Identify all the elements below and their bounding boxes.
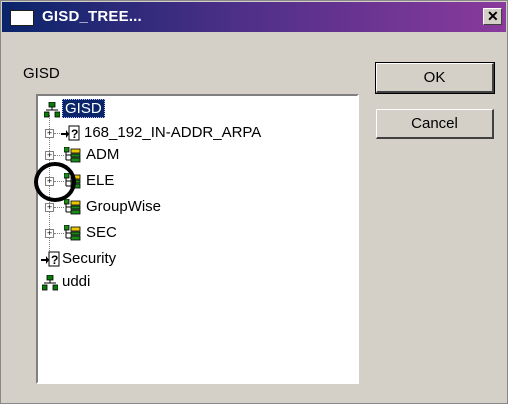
org-unit-icon [64, 225, 81, 241]
tree-node-label: GroupWise [86, 198, 162, 215]
tree-node-label: uddi [62, 273, 91, 290]
tree-node[interactable]: ADM [86, 145, 119, 165]
tree-node-label: SEC [86, 224, 117, 241]
window-title: GISD_TREE... [42, 8, 142, 25]
close-icon: ✕ [487, 8, 499, 24]
tree-node[interactable]: Security [62, 249, 116, 269]
context-label: GISD [23, 65, 60, 82]
expand-icon[interactable]: + [45, 129, 54, 138]
cancel-button[interactable]: Cancel [376, 109, 494, 139]
tree-node-label: ADM [86, 146, 120, 163]
tree-node[interactable]: ELE [86, 171, 114, 191]
tree-connector [54, 155, 64, 156]
tree-node[interactable]: SEC [86, 223, 117, 243]
org-unit-icon [64, 199, 81, 215]
close-button[interactable]: ✕ [483, 8, 502, 25]
tree-node-label: Security [62, 250, 117, 267]
tree-node[interactable]: 168_192_IN-ADDR_ARPA [84, 123, 261, 143]
tree-node[interactable]: uddi [62, 272, 90, 292]
expand-icon[interactable]: + [45, 203, 54, 212]
tree-view[interactable]: GISD + ? 168_192_IN-ADDR_ARPA + ADM + EL… [36, 94, 359, 384]
tree-node[interactable]: GroupWise [86, 197, 161, 217]
ok-button[interactable]: OK [375, 62, 495, 94]
window-icon [10, 10, 34, 26]
tree-icon [44, 102, 60, 118]
tree-node-label: GISD [62, 99, 105, 118]
svg-text:?: ? [51, 253, 58, 267]
dialog-window: GISD_TREE... ✕ GISD OK Cancel GISD + ? 1… [0, 0, 508, 404]
tree-connector [54, 233, 64, 234]
title-bar: GISD_TREE... ✕ [2, 2, 506, 32]
unknown-link-icon: ? [61, 125, 80, 141]
org-unit-icon [64, 147, 81, 163]
unknown-link-icon: ? [41, 251, 60, 267]
tree-connector [54, 207, 64, 208]
tree-icon [42, 275, 58, 291]
tree-node-label: ELE [86, 172, 115, 189]
tree-node-root[interactable]: GISD [62, 99, 105, 119]
svg-text:?: ? [71, 127, 78, 141]
highlight-circle [34, 162, 76, 202]
expand-icon[interactable]: + [45, 151, 54, 160]
tree-node-label: 168_192_IN-ADDR_ARPA [84, 124, 262, 141]
expand-icon[interactable]: + [45, 229, 54, 238]
